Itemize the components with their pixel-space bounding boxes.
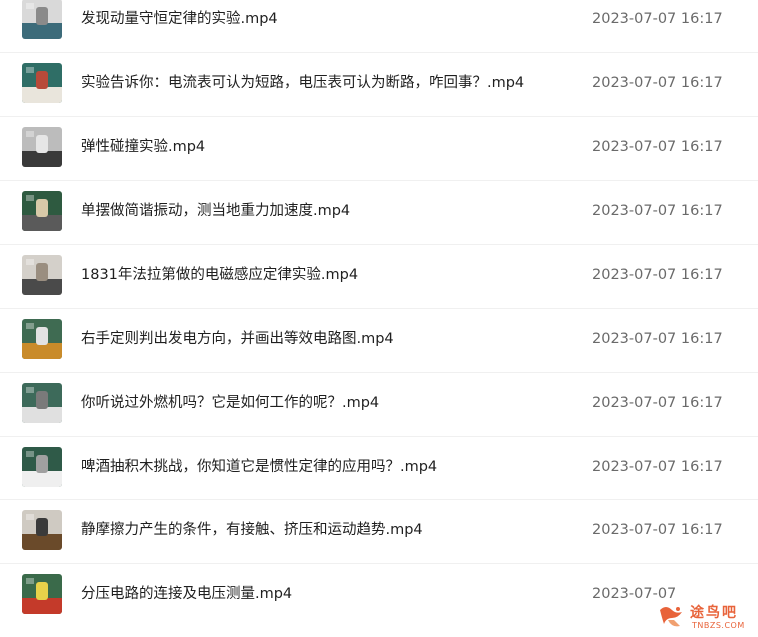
- file-row[interactable]: 分压电路的连接及电压测量.mp4 2023-07-07: [0, 563, 758, 627]
- watermark-subtext: TNBZS.COM: [692, 621, 745, 630]
- video-thumbnail[interactable]: [22, 255, 62, 295]
- file-name[interactable]: 弹性碰撞实验.mp4: [81, 137, 205, 157]
- file-date: 2023-07-07 16:17: [592, 522, 723, 538]
- file-name[interactable]: 1831年法拉第做的电磁感应定律实验.mp4: [81, 265, 358, 285]
- video-thumbnail[interactable]: [22, 574, 62, 614]
- file-date: 2023-07-07 16:17: [592, 75, 723, 91]
- file-name[interactable]: 实验告诉你：电流表可认为短路，电压表可认为断路，咋回事？.mp4: [81, 73, 524, 93]
- file-row[interactable]: 你听说过外燃机吗？它是如何工作的呢？.mp4 2023-07-07 16:17: [0, 372, 758, 436]
- video-thumbnail[interactable]: [22, 447, 62, 487]
- video-thumbnail[interactable]: [22, 510, 62, 550]
- file-name[interactable]: 单摆做简谐振动，测当地重力加速度.mp4: [81, 201, 350, 221]
- file-date: 2023-07-07 16:17: [592, 459, 723, 475]
- file-name[interactable]: 啤酒抽积木挑战，你知道它是惯性定律的应用吗？.mp4: [81, 457, 437, 477]
- bird-logo-icon: [660, 607, 682, 627]
- file-date: 2023-07-07 16:17: [592, 395, 723, 411]
- watermark: 途鸟吧 TNBZS.COM: [652, 598, 756, 634]
- file-row[interactable]: 右手定则判出发电方向，并画出等效电路图.mp4 2023-07-07 16:17: [0, 308, 758, 372]
- file-name[interactable]: 分压电路的连接及电压测量.mp4: [81, 584, 292, 604]
- video-thumbnail[interactable]: [22, 0, 62, 39]
- file-list: 发现动量守恒定律的实验.mp4 2023-07-07 16:17 实验告诉你：电流表…: [0, 0, 758, 637]
- file-row[interactable]: 单摆做简谐振动，测当地重力加速度.mp4 2023-07-07 16:17: [0, 180, 758, 244]
- file-date: 2023-07-07 16:17: [592, 11, 723, 27]
- watermark-text: 途鸟吧: [690, 605, 738, 621]
- file-date: 2023-07-07 16:17: [592, 267, 723, 283]
- video-thumbnail[interactable]: [22, 319, 62, 359]
- file-name[interactable]: 右手定则判出发电方向，并画出等效电路图.mp4: [81, 329, 394, 349]
- video-thumbnail[interactable]: [22, 191, 62, 231]
- video-thumbnail[interactable]: [22, 63, 62, 103]
- file-date: 2023-07-07 16:17: [592, 203, 723, 219]
- file-row[interactable]: 发现动量守恒定律的实验.mp4 2023-07-07 16:17: [0, 0, 758, 52]
- file-row[interactable]: 啤酒抽积木挑战，你知道它是惯性定律的应用吗？.mp4 2023-07-07 16:…: [0, 436, 758, 500]
- file-row[interactable]: 静摩擦力产生的条件，有接触、挤压和运动趋势.mp4 2023-07-07 16:1…: [0, 499, 758, 563]
- file-name[interactable]: 发现动量守恒定律的实验.mp4: [81, 9, 278, 29]
- file-date: 2023-07-07 16:17: [592, 139, 723, 155]
- file-name[interactable]: 静摩擦力产生的条件，有接触、挤压和运动趋势.mp4: [81, 520, 423, 540]
- file-row[interactable]: 弹性碰撞实验.mp4 2023-07-07 16:17: [0, 116, 758, 180]
- file-date: 2023-07-07 16:17: [592, 331, 723, 347]
- file-name[interactable]: 你听说过外燃机吗？它是如何工作的呢？.mp4: [81, 393, 379, 413]
- file-row[interactable]: 实验告诉你：电流表可认为短路，电压表可认为断路，咋回事？.mp4 2023-07-…: [0, 52, 758, 116]
- video-thumbnail[interactable]: [22, 383, 62, 423]
- file-row[interactable]: 1831年法拉第做的电磁感应定律实验.mp4 2023-07-07 16:17: [0, 244, 758, 308]
- video-thumbnail[interactable]: [22, 127, 62, 167]
